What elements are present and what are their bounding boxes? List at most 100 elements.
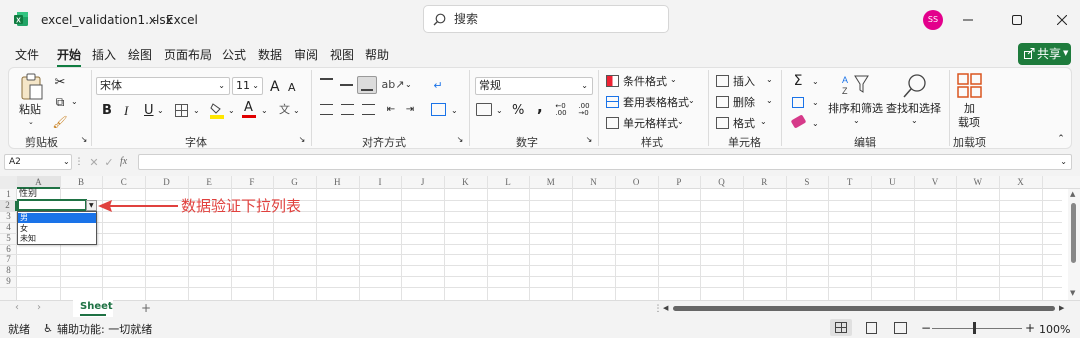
page-layout-view-icon[interactable] — [866, 322, 877, 334]
dialog-launcher-icon[interactable]: ↘ — [80, 136, 88, 144]
underline-button[interactable]: U — [144, 104, 154, 117]
row-header[interactable]: 4 — [0, 222, 17, 233]
borders-icon[interactable] — [175, 104, 188, 117]
chevron-down-icon[interactable]: ⌄ — [261, 107, 268, 115]
menu-home[interactable]: 开始 — [57, 47, 81, 63]
row-header[interactable]: 2 — [0, 199, 17, 211]
menu-formulas[interactable]: 公式 — [222, 47, 246, 63]
column-header[interactable]: W — [956, 176, 999, 189]
scroll-up-icon[interactable]: ▲ — [1070, 191, 1075, 198]
column-header[interactable]: C — [102, 176, 145, 189]
chevron-down-icon[interactable]: ⌄ — [71, 98, 78, 106]
align-left-icon[interactable] — [320, 104, 333, 115]
collapse-ribbon-icon[interactable]: ⌃ — [1055, 134, 1067, 144]
dropdown-arrow-button[interactable]: ▼ — [86, 200, 97, 211]
next-sheet-icon[interactable]: › — [34, 302, 44, 314]
column-header[interactable]: L — [487, 176, 530, 189]
confirm-entry-icon[interactable]: ✓ — [103, 155, 115, 169]
font-name-select[interactable]: 宋体 ⌄ — [96, 77, 230, 95]
menu-review[interactable]: 审阅 — [294, 47, 318, 63]
decrease-decimal-icon[interactable]: .00 →0 — [576, 103, 592, 117]
menu-view[interactable]: 视图 — [330, 47, 354, 63]
column-header[interactable]: S — [786, 176, 829, 189]
number-format-select[interactable]: 常规 ⌄ — [475, 77, 593, 95]
increase-decimal-icon[interactable]: ←0.00 — [553, 103, 569, 117]
percent-button[interactable]: % — [512, 104, 524, 117]
delete-cells-button[interactable]: 删除 ⌄ — [714, 94, 776, 111]
column-header[interactable]: K — [444, 176, 487, 189]
chevron-down-icon[interactable]: ⌄ — [496, 107, 503, 115]
dropdown-option[interactable]: 男 — [20, 214, 28, 222]
column-header[interactable]: F — [231, 176, 274, 189]
column-header[interactable]: V — [914, 176, 957, 189]
zoom-out-button[interactable]: − — [921, 322, 931, 334]
more-options-icon[interactable]: ⋮ — [75, 155, 84, 169]
minimize-button[interactable] — [958, 10, 978, 30]
chevron-down-icon[interactable]: ⌄ — [228, 107, 235, 115]
menu-insert[interactable]: 插入 — [92, 47, 116, 63]
column-header[interactable]: E — [188, 176, 231, 189]
menu-file[interactable]: 文件 — [15, 47, 39, 63]
insert-cells-button[interactable]: 插入 ⌄ — [714, 73, 776, 90]
chevron-down-icon[interactable]: ⌄ — [451, 107, 458, 115]
menu-help[interactable]: 帮助 — [365, 47, 389, 63]
dropdown-option[interactable]: 女 — [20, 225, 28, 233]
row-header[interactable]: 1 — [0, 189, 17, 200]
column-header[interactable]: U — [871, 176, 914, 189]
search-box[interactable]: 搜索 — [423, 5, 669, 33]
column-header[interactable]: I — [359, 176, 402, 189]
shrink-font-button[interactable]: A — [288, 82, 296, 93]
cell-a1[interactable]: 性别 — [19, 190, 37, 199]
format-cells-button[interactable]: 格式 ⌄ — [714, 115, 776, 132]
chevron-down-icon[interactable]: ⌄ — [157, 107, 164, 115]
dropdown-option-selected[interactable] — [18, 213, 96, 223]
dropdown-option[interactable]: 未知 — [20, 235, 36, 243]
column-header[interactable]: P — [658, 176, 701, 189]
chevron-down-icon[interactable]: ⌄ — [405, 81, 412, 89]
sheet-tab-active[interactable]: Sheet — [73, 300, 113, 317]
horizontal-scroll-thumb[interactable] — [673, 306, 1055, 311]
menu-draw[interactable]: 绘图 — [128, 47, 152, 63]
user-avatar[interactable]: SS — [923, 10, 943, 30]
status-accessibility[interactable]: 辅助功能: 一切就绪 — [57, 324, 152, 335]
chevron-down-icon[interactable]: ⌄ — [293, 107, 300, 115]
dropdown-list[interactable]: 男 女 未知 — [17, 211, 97, 245]
cancel-entry-icon[interactable]: ✕ — [88, 155, 100, 169]
share-button[interactable]: 共享 ▼ — [1018, 43, 1071, 65]
chevron-down-icon[interactable]: ⌄ — [812, 78, 819, 86]
sort-filter-button[interactable]: AZ 排序和筛选 ⌄ — [828, 73, 884, 131]
vertical-scrollbar[interactable]: ▲ ▼ — [1068, 189, 1080, 300]
cell-styles-button[interactable]: 单元格样式 ⌄ — [604, 115, 704, 132]
menu-data[interactable]: 数据 — [258, 47, 282, 63]
align-top-icon[interactable] — [320, 78, 333, 90]
chevron-down-icon[interactable]: ⌄ — [812, 120, 819, 128]
row-header[interactable]: 6 — [0, 244, 17, 255]
page-break-view-icon[interactable] — [894, 322, 907, 334]
dialog-launcher-icon[interactable]: ↘ — [585, 136, 593, 144]
wrap-text-icon[interactable]: ↵ — [430, 78, 446, 92]
copy-icon[interactable]: ⧉ — [52, 94, 68, 110]
column-header[interactable]: R — [743, 176, 786, 189]
font-size-select[interactable]: 11 ⌄ — [232, 77, 263, 95]
row-header[interactable]: 5 — [0, 233, 17, 244]
menu-page-layout[interactable]: 页面布局 — [164, 47, 212, 63]
tabs-more-icon[interactable]: ⋮ — [654, 303, 663, 315]
conditional-format-button[interactable]: 条件格式 ⌄ — [604, 73, 704, 90]
formula-input[interactable]: ⌄ — [138, 154, 1072, 170]
accessibility-icon[interactable]: ♿ — [42, 322, 54, 335]
fill-color-icon[interactable] — [210, 102, 224, 119]
column-header[interactable]: D — [145, 176, 188, 189]
horizontal-scrollbar[interactable]: ◀ ▶ — [663, 303, 1068, 315]
column-header[interactable]: A — [17, 176, 60, 189]
select-all-corner[interactable] — [0, 176, 17, 189]
find-select-button[interactable]: 查找和选择 ⌄ — [886, 73, 942, 131]
cut-icon[interactable]: ✂ — [52, 74, 68, 90]
column-header[interactable]: O — [615, 176, 658, 189]
row-header[interactable]: 7 — [0, 254, 17, 265]
align-center-icon[interactable] — [341, 104, 354, 115]
format-painter-icon[interactable]: 🖌 — [52, 114, 68, 130]
paste-button[interactable]: 粘贴 ⌄ — [15, 73, 49, 126]
align-bottom-button[interactable] — [357, 76, 377, 94]
zoom-in-button[interactable]: + — [1025, 322, 1035, 334]
column-header[interactable]: G — [273, 176, 316, 189]
